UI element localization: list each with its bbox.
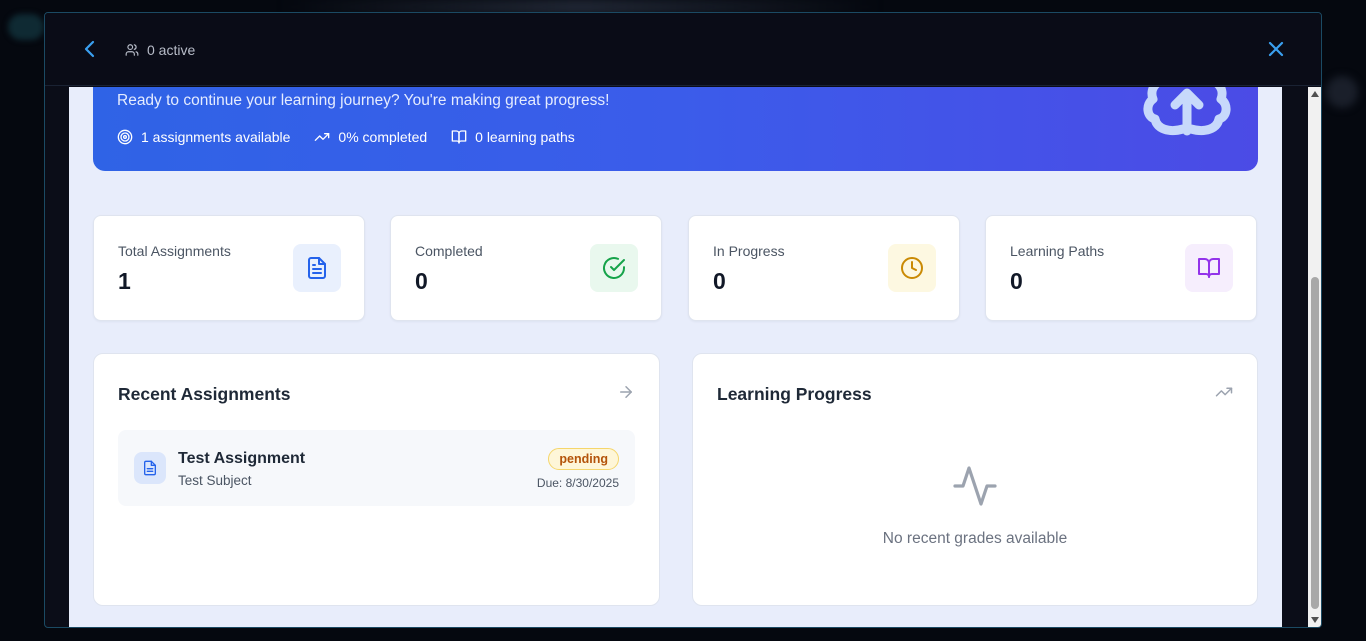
stat-label: Learning Paths: [1010, 243, 1105, 259]
stat-icon-box: [590, 244, 638, 292]
stat-value: 0: [415, 268, 428, 294]
target-icon: [117, 129, 133, 145]
vertical-scrollbar[interactable]: [1308, 87, 1321, 627]
dashboard-modal: 0 active Ready to continue your learning…: [44, 12, 1322, 628]
close-icon: [1268, 41, 1284, 57]
chevron-left-icon: [84, 40, 95, 58]
stat-icon-box: [1185, 244, 1233, 292]
scroll-down-arrow[interactable]: [1311, 617, 1319, 623]
trending-up-icon: [315, 133, 330, 141]
stat-value: 1: [118, 268, 131, 294]
file-text-icon: [308, 257, 326, 279]
stat-label: In Progress: [713, 243, 785, 259]
hero-stat-assignments: 1 assignments available: [117, 129, 290, 145]
stat-card-completed: Completed 0: [390, 215, 662, 321]
check-circle-icon: [603, 257, 625, 279]
welcome-banner: Ready to continue your learning journey?…: [93, 87, 1258, 171]
recent-assignments-panel: Recent Assignments Test Assignment Test …: [93, 353, 660, 606]
scroll-up-arrow[interactable]: [1311, 91, 1319, 97]
stat-icon-box: [293, 244, 341, 292]
stat-value: 0: [1010, 268, 1023, 294]
active-users: 0 active: [125, 41, 195, 59]
brain-icon: [1143, 87, 1231, 136]
empty-state-text: No recent grades available: [882, 530, 1068, 547]
trending-up-icon[interactable]: [1215, 383, 1233, 401]
welcome-stats: 1 assignments available 0% completed 0 l…: [117, 129, 599, 145]
panel-title: Learning Progress: [717, 384, 872, 404]
hero-stat-paths: 0 learning paths: [451, 129, 575, 145]
stat-card-learning-paths: Learning Paths 0: [985, 215, 1257, 321]
back-button[interactable]: [79, 37, 101, 61]
activity-icon: [953, 466, 997, 506]
learning-progress-panel: Learning Progress No recent grades avail…: [692, 353, 1258, 606]
close-button[interactable]: [1265, 38, 1287, 60]
background-blob: [1326, 76, 1358, 108]
scroll-thumb[interactable]: [1311, 277, 1319, 609]
clock-icon: [901, 257, 923, 279]
background-blob: [8, 14, 44, 40]
users-icon: [125, 44, 139, 56]
assignment-due-date: Due: 8/30/2025: [536, 476, 619, 490]
assignment-item[interactable]: Test Assignment Test Subject pending Due…: [118, 430, 635, 506]
stat-label: Total Assignments: [118, 243, 231, 259]
hero-stat-text: 0 learning paths: [475, 129, 575, 145]
assignment-title: Test Assignment: [178, 450, 306, 467]
stat-card-total-assignments: Total Assignments 1: [93, 215, 365, 321]
panel-title: Recent Assignments: [118, 384, 291, 404]
dashboard-content: Ready to continue your learning journey?…: [69, 87, 1282, 627]
stat-value: 0: [713, 268, 726, 294]
stat-label: Completed: [415, 243, 483, 259]
hero-stat-text: 0% completed: [338, 129, 428, 145]
book-open-icon: [1198, 258, 1220, 278]
file-text-icon: [144, 460, 156, 476]
welcome-subtitle: Ready to continue your learning journey?…: [117, 92, 610, 109]
book-open-icon: [451, 130, 467, 144]
active-count-text: 0 active: [147, 42, 196, 58]
stat-card-in-progress: In Progress 0: [688, 215, 960, 321]
hero-stat-text: 1 assignments available: [141, 129, 291, 145]
assignment-subject: Test Subject: [178, 473, 252, 488]
status-badge: pending: [548, 448, 619, 470]
modal-header: 0 active: [45, 13, 1321, 86]
stat-icon-box: [888, 244, 936, 292]
assignment-icon-box: [134, 452, 166, 484]
hero-stat-completed: 0% completed: [314, 129, 427, 145]
arrow-right-icon[interactable]: [617, 383, 635, 401]
